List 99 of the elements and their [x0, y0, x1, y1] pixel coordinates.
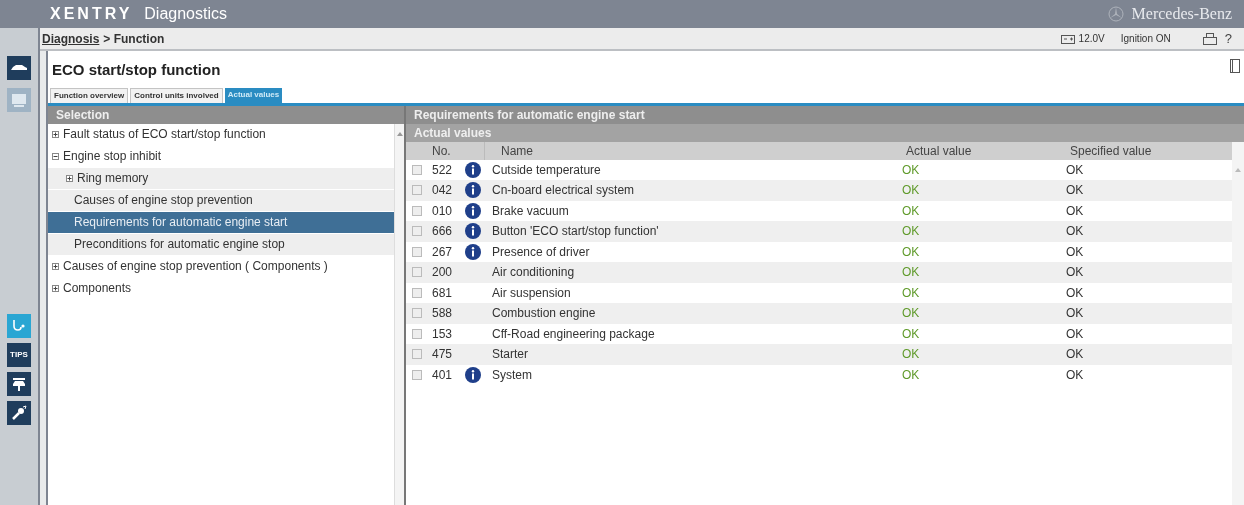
table-cell-text: OK	[1065, 182, 1085, 200]
table-cell-text: OK	[901, 202, 921, 220]
table-cell-text: OK	[1065, 346, 1085, 364]
tab[interactable]: Control units involved	[130, 87, 223, 103]
table-cell-text: OK	[901, 346, 921, 364]
brand-name: XENTRY	[50, 4, 133, 24]
column-header[interactable]: No.	[428, 141, 484, 160]
row-checkbox[interactable]	[412, 246, 422, 257]
row-checkbox[interactable]	[412, 369, 422, 380]
expand-icon[interactable]	[52, 284, 59, 292]
table-cell-text: 522	[431, 161, 454, 179]
collapse-icon[interactable]	[52, 152, 59, 160]
info-icon[interactable]	[465, 182, 481, 199]
table-cell-text: Presence of driver	[491, 243, 591, 261]
car-lift-icon[interactable]	[7, 372, 31, 396]
row-checkbox[interactable]	[412, 287, 422, 298]
table-cell-text: OK	[1065, 366, 1085, 384]
table-cell-text: 588	[431, 305, 454, 323]
tab[interactable]: Function overview	[50, 87, 129, 103]
table-cell-text: 401	[431, 366, 454, 384]
row-checkbox[interactable]	[412, 226, 422, 237]
table-cell-text: 010	[431, 202, 454, 220]
table-cell-text: Starter	[491, 346, 529, 364]
table-cell-text: Combustion engine	[491, 305, 597, 323]
expand-icon[interactable]	[52, 262, 59, 270]
info-icon[interactable]	[465, 366, 481, 383]
maker-name: Mercedes-Benz	[1131, 4, 1232, 24]
info-icon[interactable]	[465, 223, 481, 240]
table-cell-text: OK	[901, 223, 921, 241]
table-cell-text: Brake vacuum	[491, 202, 570, 220]
table-cell-text: 681	[431, 284, 454, 302]
table-cell-text: OK	[901, 366, 921, 384]
table-cell-text: OK	[1065, 243, 1085, 261]
tips-button[interactable]: TIPS	[7, 343, 31, 367]
help-button[interactable]: ?	[1224, 28, 1232, 49]
table-cell-text: OK	[901, 182, 921, 200]
printer-icon[interactable]	[1202, 32, 1217, 45]
table-cell-text: Air suspension	[491, 284, 572, 302]
table-cell-text: OK	[901, 243, 921, 261]
table-cell-text: OK	[1065, 305, 1085, 323]
info-icon[interactable]	[465, 161, 481, 178]
battery-icon	[1060, 33, 1075, 44]
column-header[interactable]: Actual value	[902, 141, 1066, 160]
tree-item[interactable]: Causes of engine stop prevention	[48, 189, 394, 212]
table-cell-text: 042	[431, 182, 454, 200]
table-cell-text: Air conditioning	[491, 264, 576, 282]
tree-item[interactable]: Preconditions for automatic engine stop	[48, 233, 394, 256]
wrench-icon[interactable]	[7, 401, 31, 425]
table-cell-text: OK	[1065, 325, 1085, 343]
breadcrumb-current: > Function	[103, 30, 165, 48]
detail-title: Requirements for automatic engine start	[414, 106, 645, 124]
table-cell-text: Cff-Road engineering package	[491, 325, 656, 343]
ignition-status: Ignition ON	[1120, 32, 1171, 46]
page-title: ECO start/stop function	[52, 60, 221, 80]
row-checkbox[interactable]	[412, 185, 422, 196]
row-checkbox[interactable]	[412, 205, 422, 216]
table-cell-text: 475	[431, 346, 454, 364]
column-header[interactable]: Name	[484, 141, 902, 160]
scroll-up-icon[interactable]	[1235, 167, 1241, 172]
table-cell-text: OK	[1065, 264, 1085, 282]
tree-item[interactable]: Ring memory	[48, 167, 394, 190]
row-checkbox[interactable]	[412, 308, 422, 319]
column-header[interactable]: Specified value	[1066, 141, 1232, 160]
breadcrumb-link[interactable]: Diagnosis	[42, 29, 100, 48]
panel-title: Selection	[56, 106, 110, 124]
scroll-up-icon[interactable]	[396, 131, 403, 136]
row-checkbox[interactable]	[412, 349, 422, 360]
table-cell-text: OK	[1065, 202, 1085, 220]
table-cell-text: 267	[431, 243, 454, 261]
table-cell-text: OK	[1065, 223, 1085, 241]
table-cell-text: OK	[1065, 284, 1085, 302]
row-checkbox[interactable]	[412, 164, 422, 175]
stethoscope-icon[interactable]	[7, 314, 31, 338]
app-title: Diagnostics	[144, 4, 227, 24]
table-cell-text: 200	[431, 264, 454, 282]
car-icon[interactable]	[7, 56, 31, 80]
table-cell-text: OK	[901, 161, 921, 179]
table-cell-text: OK	[901, 264, 921, 282]
table-cell-text: OK	[1065, 161, 1085, 179]
table-cell-text: 153	[431, 325, 454, 343]
book-icon[interactable]	[1230, 59, 1240, 73]
row-checkbox[interactable]	[412, 328, 422, 339]
star-logo-icon	[1107, 6, 1124, 22]
expand-icon[interactable]	[52, 130, 59, 138]
table-cell-text: OK	[901, 284, 921, 302]
tree-item[interactable]: Requirements for automatic engine start	[48, 211, 394, 234]
info-icon[interactable]	[465, 202, 481, 219]
table-cell-text: Cn-board electrical system	[491, 182, 636, 200]
row-checkbox[interactable]	[412, 267, 422, 278]
voltage-reading: 12.0V	[1078, 32, 1105, 46]
table-cell-text: System	[491, 366, 533, 384]
table-cell-text: Button 'ECO start/stop function'	[491, 223, 660, 241]
table-cell-text: OK	[901, 305, 921, 323]
info-icon[interactable]	[465, 243, 481, 260]
subheader-title: Actual values	[414, 124, 492, 142]
table-cell-text: OK	[901, 325, 921, 343]
expand-icon[interactable]	[66, 174, 73, 182]
table-cell-text: Cutside temperature	[491, 161, 602, 179]
table-cell-text: 666	[431, 223, 454, 241]
